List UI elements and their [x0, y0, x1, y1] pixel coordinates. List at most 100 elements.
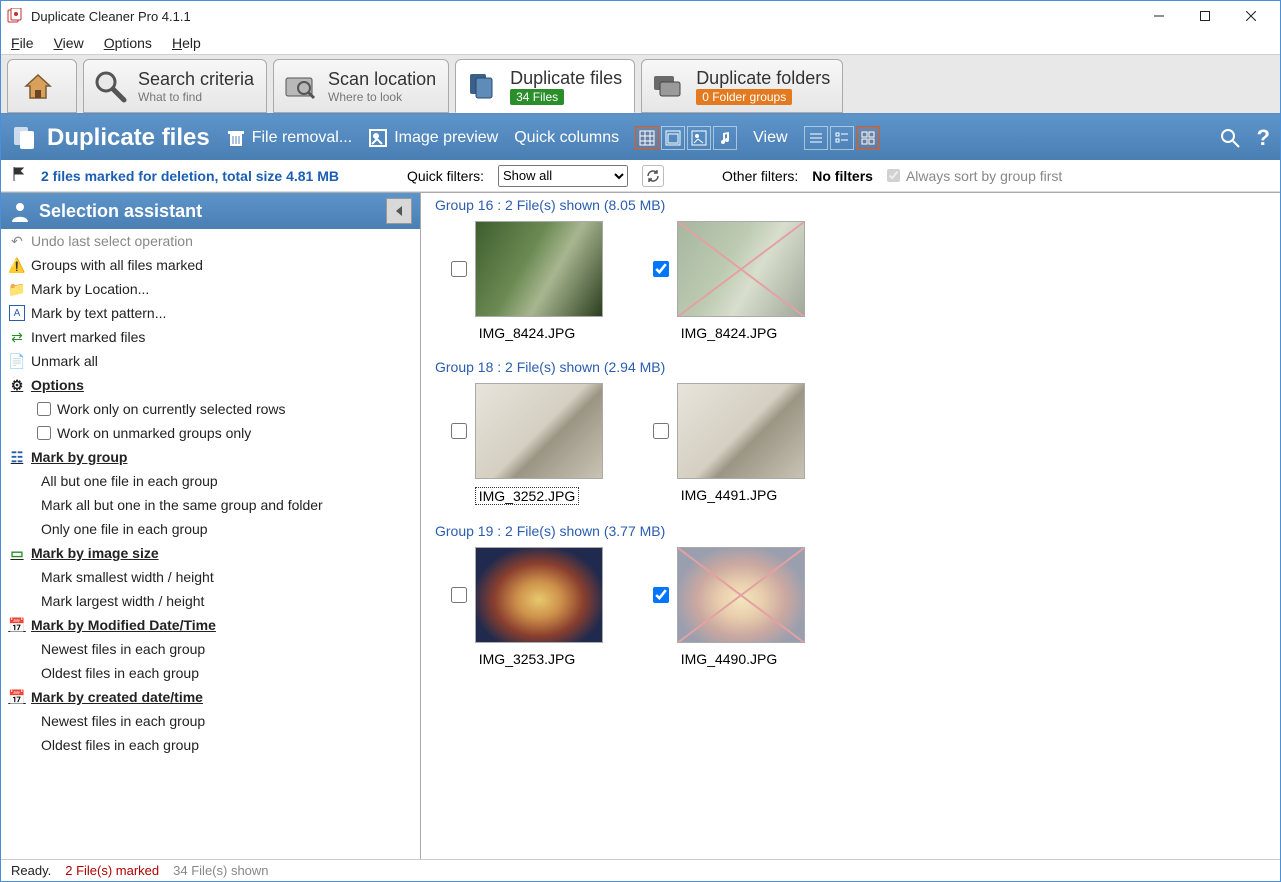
marked-summary: 2 files marked for deletion, total size … — [41, 168, 339, 184]
tab-label: Duplicate folders — [696, 68, 830, 89]
mark-by-created-header[interactable]: 📅Mark by created date/time — [1, 685, 404, 709]
menu-help[interactable]: Help — [172, 35, 201, 51]
thumbnail-image[interactable] — [677, 547, 805, 643]
col-window-icon[interactable] — [661, 126, 685, 150]
mark-by-group-header[interactable]: ☷Mark by group — [1, 445, 404, 469]
bluebar: Duplicate files File removal... Image pr… — [1, 115, 1280, 160]
folders-badge: 0 Folder groups — [696, 89, 792, 105]
undo-select[interactable]: ↶Undo last select operation — [1, 229, 404, 253]
thumbnail-filename: IMG_3252.JPG — [475, 487, 580, 505]
thumbnail[interactable]: IMG_4490.JPG — [653, 547, 805, 667]
thumbnail-image[interactable] — [475, 221, 603, 317]
mi-smallest[interactable]: Mark smallest width / height — [1, 565, 404, 589]
thumbnail-image[interactable] — [677, 383, 805, 479]
mark-by-image-size-header[interactable]: ▭Mark by image size — [1, 541, 404, 565]
refresh-icon[interactable] — [642, 165, 664, 187]
mark-checkbox[interactable] — [653, 587, 669, 603]
statusbar: Ready. 2 File(s) marked 34 File(s) shown — [1, 859, 1280, 881]
tab-home[interactable] — [7, 59, 77, 113]
mc-newest[interactable]: Newest files in each group — [1, 709, 404, 733]
tab-search-criteria[interactable]: Search criteriaWhat to find — [83, 59, 267, 113]
mg-all-but-one[interactable]: All but one file in each group — [1, 469, 404, 493]
tab-sublabel: Where to look — [328, 90, 436, 104]
results-body[interactable]: Group 16 : 2 File(s) shown (8.05 MB)IMG_… — [421, 193, 1280, 859]
view-tiles-icon[interactable] — [856, 126, 880, 150]
mark-by-text[interactable]: AMark by text pattern... — [1, 301, 404, 325]
thumbnail-image[interactable] — [475, 547, 603, 643]
mark-checkbox[interactable] — [451, 587, 467, 603]
thumbnail[interactable]: IMG_8424.JPG — [653, 221, 805, 341]
close-button[interactable] — [1228, 1, 1274, 31]
minimize-button[interactable] — [1136, 1, 1182, 31]
mark-by-location[interactable]: 📁Mark by Location... — [1, 277, 404, 301]
mark-by-modified-header[interactable]: 📅Mark by Modified Date/Time — [1, 613, 404, 637]
magnifier-icon — [90, 66, 130, 106]
tab-duplicate-files[interactable]: Duplicate files34 Files — [455, 59, 635, 113]
no-filters-text: No filters — [812, 168, 873, 184]
always-sort-checkbox[interactable]: Always sort by group first — [887, 168, 1062, 184]
invert-marked[interactable]: ⇄Invert marked files — [1, 325, 404, 349]
tab-label: Scan location — [328, 69, 436, 90]
help-icon[interactable]: ? — [1257, 125, 1270, 151]
quick-filter-select[interactable]: Show all — [498, 165, 628, 187]
image-size-icon: ▭ — [9, 545, 25, 561]
unmark-all[interactable]: 📄Unmark all — [1, 349, 404, 373]
mark-checkbox[interactable] — [653, 423, 669, 439]
group-header: Group 18 : 2 File(s) shown (2.94 MB) — [435, 359, 1270, 375]
thumbnail[interactable]: IMG_3253.JPG — [451, 547, 603, 667]
folders-icon — [648, 66, 688, 106]
sidebar-title: Selection assistant — [9, 200, 202, 222]
quick-filters-label: Quick filters: — [407, 168, 484, 184]
group-icon: ☷ — [9, 449, 25, 465]
mg-only-one[interactable]: Only one file in each group — [1, 517, 404, 541]
other-filters-label: Other filters: — [722, 168, 798, 184]
folder-icon: 📁 — [9, 281, 25, 297]
tab-label: Duplicate files — [510, 68, 622, 89]
warning-icon: ⚠️ — [9, 257, 25, 273]
file-removal-button[interactable]: File removal... — [226, 128, 352, 148]
groups-all-marked[interactable]: ⚠️Groups with all files marked — [1, 253, 404, 277]
view-details-icon[interactable] — [830, 126, 854, 150]
thumbnail-image[interactable] — [475, 383, 603, 479]
status-shown: 34 File(s) shown — [173, 863, 268, 878]
opt-unmarked-groups[interactable]: Work on unmarked groups only — [1, 421, 404, 445]
unmark-icon: 📄 — [9, 353, 25, 369]
thumbnail-image[interactable] — [677, 221, 805, 317]
thumbnail[interactable]: IMG_8424.JPG — [451, 221, 603, 341]
menu-options[interactable]: Options — [104, 35, 152, 51]
md-newest[interactable]: Newest files in each group — [1, 637, 404, 661]
maximize-button[interactable] — [1182, 1, 1228, 31]
col-image-icon[interactable] — [687, 126, 711, 150]
tab-duplicate-folders[interactable]: Duplicate folders0 Folder groups — [641, 59, 843, 113]
invert-icon: ⇄ — [9, 329, 25, 345]
mark-checkbox[interactable] — [451, 261, 467, 277]
image-preview-button[interactable]: Image preview — [368, 128, 498, 148]
thumbnail[interactable]: IMG_4491.JPG — [653, 383, 805, 505]
status-ready: Ready. — [11, 863, 51, 878]
menubar: File View Options Help — [1, 31, 1280, 55]
col-music-icon[interactable] — [713, 126, 737, 150]
mi-largest[interactable]: Mark largest width / height — [1, 589, 404, 613]
mc-oldest[interactable]: Oldest files in each group — [1, 733, 404, 757]
menu-file[interactable]: File — [11, 35, 34, 51]
mark-checkbox[interactable] — [451, 423, 467, 439]
mark-checkbox[interactable] — [653, 261, 669, 277]
text-icon: A — [9, 305, 25, 321]
mg-all-but-one-folder[interactable]: Mark all but one in the same group and f… — [1, 493, 404, 517]
search-icon[interactable] — [1219, 127, 1241, 149]
status-marked: 2 File(s) marked — [65, 863, 159, 878]
opt-selected-rows[interactable]: Work only on currently selected rows — [1, 397, 404, 421]
tab-scan-location[interactable]: Scan locationWhere to look — [273, 59, 449, 113]
thumbnail[interactable]: IMG_3252.JPG — [451, 383, 603, 505]
thumbnail-filename: IMG_4490.JPG — [681, 651, 778, 667]
options-header[interactable]: ⚙Options — [1, 373, 404, 397]
view-group — [804, 126, 880, 150]
collapse-sidebar-button[interactable] — [386, 198, 412, 224]
md-oldest[interactable]: Oldest files in each group — [1, 661, 404, 685]
col-grid-icon[interactable] — [635, 126, 659, 150]
menu-view[interactable]: View — [54, 35, 84, 51]
tab-sublabel: What to find — [138, 90, 254, 104]
view-list-icon[interactable] — [804, 126, 828, 150]
quick-columns-group — [635, 126, 737, 150]
undo-icon: ↶ — [9, 233, 25, 249]
